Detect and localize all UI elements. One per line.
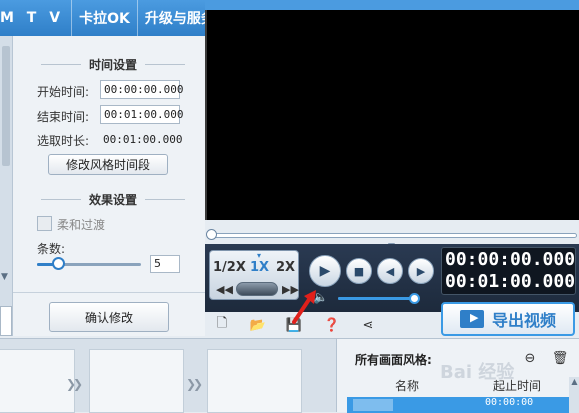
smooth-transition-label: 柔和过渡 xyxy=(57,218,106,232)
trash-icon[interactable]: 🗑 xyxy=(551,349,569,367)
effect-settings-title: 效果设置 xyxy=(33,191,193,208)
stop-icon: ■ xyxy=(353,264,365,278)
play-icon: ▶ xyxy=(319,263,331,279)
next-icon: ▶ xyxy=(416,264,426,278)
start-time-label: 开始时间: xyxy=(37,85,90,99)
tab-mtv[interactable]: M T V xyxy=(0,0,71,36)
style-row-time: 00:00:00 xyxy=(485,397,534,408)
new-file-icon[interactable]: 🗋 xyxy=(213,316,231,334)
style-row-name xyxy=(353,399,393,411)
style-list-scrollbar[interactable]: ▲ xyxy=(569,377,579,413)
seek-handle[interactable] xyxy=(206,229,217,240)
timeline-clip[interactable] xyxy=(0,349,75,413)
time-settings-title: 时间设置 xyxy=(33,56,193,73)
export-icon xyxy=(459,310,484,328)
back-icon[interactable]: ⊖ xyxy=(521,349,539,367)
volume-slider-handle[interactable] xyxy=(408,293,420,304)
settings-panel: 时间设置 开始时间: 00:00:00.000 结束时间: 00:01:00.0… xyxy=(13,36,205,336)
open-folder-icon[interactable]: 📂 xyxy=(249,316,267,334)
chevron-down-icon[interactable]: ▼ xyxy=(1,272,8,282)
volume-slider-fill xyxy=(338,297,414,300)
modify-style-period-button[interactable]: 修改风格时间段 xyxy=(48,154,168,175)
arrow-right-icon: ❯❯ xyxy=(66,377,83,391)
count-slider-handle[interactable] xyxy=(51,257,65,270)
left-scroll-strip[interactable]: ▼ xyxy=(0,36,13,336)
play-button[interactable]: ▶ xyxy=(309,255,341,287)
stop-button[interactable]: ■ xyxy=(346,258,372,284)
rewind-icon[interactable]: ◀◀ xyxy=(216,283,233,296)
arrow-right-icon: ❯❯ xyxy=(186,377,203,391)
jog-wheel[interactable] xyxy=(236,282,278,296)
video-preview xyxy=(205,10,579,220)
prev-button[interactable]: ◀ xyxy=(377,258,403,284)
timeline-clip[interactable] xyxy=(207,349,302,413)
share-icon[interactable]: ⋖ xyxy=(359,316,377,334)
style-panel-title: 所有画面风格: xyxy=(355,353,432,367)
end-time-input[interactable]: 00:01:00.000 xyxy=(100,105,183,124)
speed-selector: 1/2X 1X 2X ◀◀ ▶▶ xyxy=(209,250,299,300)
left-collapsed-button[interactable] xyxy=(0,306,12,336)
seek-area: ▼ xyxy=(205,220,579,252)
timeline-area: ❯❯ ❯❯ xyxy=(0,338,336,413)
end-time-label: 结束时间: xyxy=(37,110,90,124)
speed-double[interactable]: 2X xyxy=(276,260,295,275)
time-display: 00:00:00.000 00:01:00.000 xyxy=(441,247,576,295)
window-top-bar xyxy=(205,0,579,10)
timeline-clip[interactable] xyxy=(89,349,184,413)
file-toolbar: 🗋 📂 💾 ❓ ⋖ xyxy=(205,312,435,338)
current-time: 00:00:00.000 xyxy=(445,249,576,270)
count-label: 条数: xyxy=(37,242,66,256)
left-scrollbar-thumb[interactable] xyxy=(2,46,10,166)
help-icon[interactable]: ❓ xyxy=(323,316,341,334)
main-tab-bar: M T V 卡拉OK 升级与服务 xyxy=(0,0,215,36)
red-arrow-annotation xyxy=(292,290,316,324)
export-video-label: 导出视频 xyxy=(491,311,556,330)
export-video-button[interactable]: 导出视频 xyxy=(441,302,575,336)
speed-normal[interactable]: 1X xyxy=(250,251,269,275)
count-input[interactable]: 5 xyxy=(150,255,180,273)
tab-karaoke[interactable]: 卡拉OK xyxy=(71,0,137,36)
next-button[interactable]: ▶ xyxy=(408,258,434,284)
duration-label: 选取时长: xyxy=(37,134,90,148)
confirm-modify-button[interactable]: 确认修改 xyxy=(49,302,169,332)
seek-bar[interactable] xyxy=(209,233,577,238)
speed-half[interactable]: 1/2X xyxy=(213,260,246,275)
smooth-transition-checkbox[interactable] xyxy=(37,216,52,231)
watermark: Bai 经验 xyxy=(440,362,515,383)
total-time: 00:01:00.000 xyxy=(445,271,576,292)
duration-value: 00:01:00.000 xyxy=(103,133,183,146)
prev-icon: ◀ xyxy=(385,264,395,278)
confirm-area: 确认修改 xyxy=(13,292,205,336)
style-list-row[interactable]: 00:00:00 xyxy=(347,397,569,413)
start-time-input[interactable]: 00:00:00.000 xyxy=(100,80,183,99)
